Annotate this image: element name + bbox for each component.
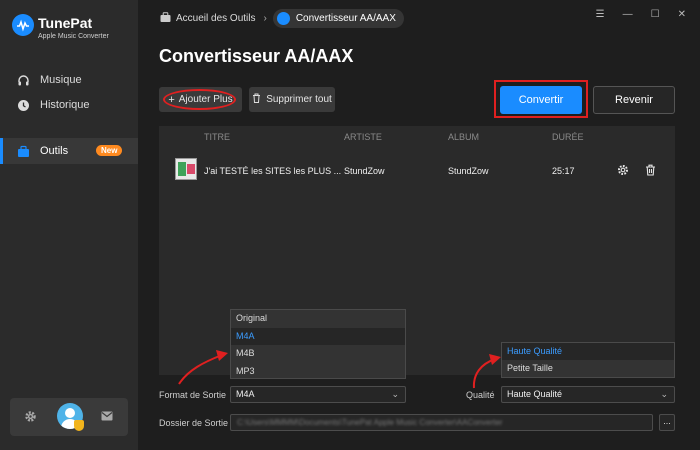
sidebar-item-outils[interactable]: Outils New xyxy=(0,138,138,164)
breadcrumb-root[interactable]: Accueil des Outils xyxy=(176,13,255,24)
window-controls: ☰ — ☐ ✕ xyxy=(596,9,686,20)
sidebar-item-label: Historique xyxy=(40,99,90,111)
app-subtitle: Apple Music Converter xyxy=(38,33,109,40)
chevron-down-icon: ⌄ xyxy=(391,389,399,399)
format-option[interactable]: MP3 xyxy=(231,363,405,381)
chevron-right-icon: › xyxy=(263,13,267,24)
highlight-circle xyxy=(163,89,236,110)
quality-select[interactable]: Haute Qualité ⌄ xyxy=(501,386,675,403)
trash-icon[interactable] xyxy=(645,164,656,179)
track-duration: 25:17 xyxy=(552,166,575,176)
delete-all-button[interactable]: Supprimer tout xyxy=(249,87,335,112)
output-folder-field[interactable]: C:\Users\MMMM\Documents\TunePat Apple Mu… xyxy=(230,414,653,431)
breadcrumb-current-label: Convertisseur AA/AAX xyxy=(295,13,396,24)
headphones-icon xyxy=(16,73,30,87)
track-thumbnail xyxy=(175,158,197,180)
quality-option-selected[interactable]: Haute Qualité xyxy=(502,343,674,360)
output-folder-path: C:\Users\MMMM\Documents\TunePat Apple Mu… xyxy=(237,418,503,427)
quality-option[interactable]: Petite Taille xyxy=(502,360,674,377)
output-folder-label: Dossier de Sortie xyxy=(159,418,229,428)
sidebar: TunePat Apple Music Converter Musique Hi… xyxy=(0,0,138,450)
column-header-artist: ARTISTE xyxy=(344,132,382,142)
breadcrumb-current: Convertisseur AA/AAX xyxy=(272,9,404,28)
shield-icon xyxy=(74,420,84,431)
converter-icon xyxy=(276,12,290,25)
delete-all-label: Supprimer tout xyxy=(266,94,332,105)
tunepat-logo-icon xyxy=(12,14,34,36)
sidebar-item-musique[interactable]: Musique xyxy=(0,67,138,93)
sidebar-item-label: Musique xyxy=(40,74,82,86)
quality-label: Qualité xyxy=(466,390,495,400)
settings-gear-icon[interactable] xyxy=(24,410,37,426)
trash-icon xyxy=(252,93,261,106)
sidebar-item-label: Outils xyxy=(40,145,69,157)
convert-button[interactable]: Convertir xyxy=(500,86,582,114)
sidebar-footer xyxy=(10,398,128,436)
app-name: TunePat xyxy=(38,15,93,31)
track-artist: StundZow xyxy=(344,166,385,176)
quality-select-value: Haute Qualité xyxy=(507,389,563,399)
browse-folder-button[interactable]: ... xyxy=(659,414,675,431)
format-label: Format de Sortie xyxy=(159,390,227,400)
toolbox-icon xyxy=(160,11,171,26)
format-dropdown-menu: Original M4A M4B MP3 xyxy=(230,309,406,379)
sidebar-item-historique[interactable]: Historique xyxy=(0,92,138,118)
main-panel: Accueil des Outils › Convertisseur AA/AA… xyxy=(138,0,700,450)
menu-icon[interactable]: ☰ xyxy=(596,9,605,20)
maximize-icon[interactable]: ☐ xyxy=(651,9,660,20)
column-header-duration: DURÉE xyxy=(552,132,584,142)
page-title: Convertisseur AA/AAX xyxy=(159,46,354,66)
format-select-value: M4A xyxy=(236,389,255,399)
track-title: J'ai TESTÉ les SITES les PLUS ... xyxy=(204,166,342,176)
brand: TunePat Apple Music Converter xyxy=(12,14,109,40)
column-header-album: ALBUM xyxy=(448,132,480,142)
format-option[interactable]: M4B xyxy=(231,345,405,363)
settings-gear-icon[interactable] xyxy=(617,164,629,179)
track-album: StundZow xyxy=(448,166,489,176)
minimize-icon[interactable]: — xyxy=(623,9,633,20)
toolbox-icon xyxy=(16,144,30,158)
column-header-title: TITRE xyxy=(204,132,230,142)
format-option-selected[interactable]: M4A xyxy=(231,327,405,345)
format-select[interactable]: M4A ⌄ xyxy=(230,386,406,403)
clock-icon xyxy=(16,98,30,112)
format-option[interactable]: Original xyxy=(231,310,405,328)
chevron-down-icon: ⌄ xyxy=(660,389,668,399)
mail-icon[interactable] xyxy=(101,411,113,424)
new-badge: New xyxy=(96,145,123,156)
quality-dropdown-menu: Haute Qualité Petite Taille xyxy=(501,342,675,378)
back-button[interactable]: Revenir xyxy=(593,86,675,114)
breadcrumb: Accueil des Outils › Convertisseur AA/AA… xyxy=(160,9,404,28)
close-icon[interactable]: ✕ xyxy=(678,9,686,20)
